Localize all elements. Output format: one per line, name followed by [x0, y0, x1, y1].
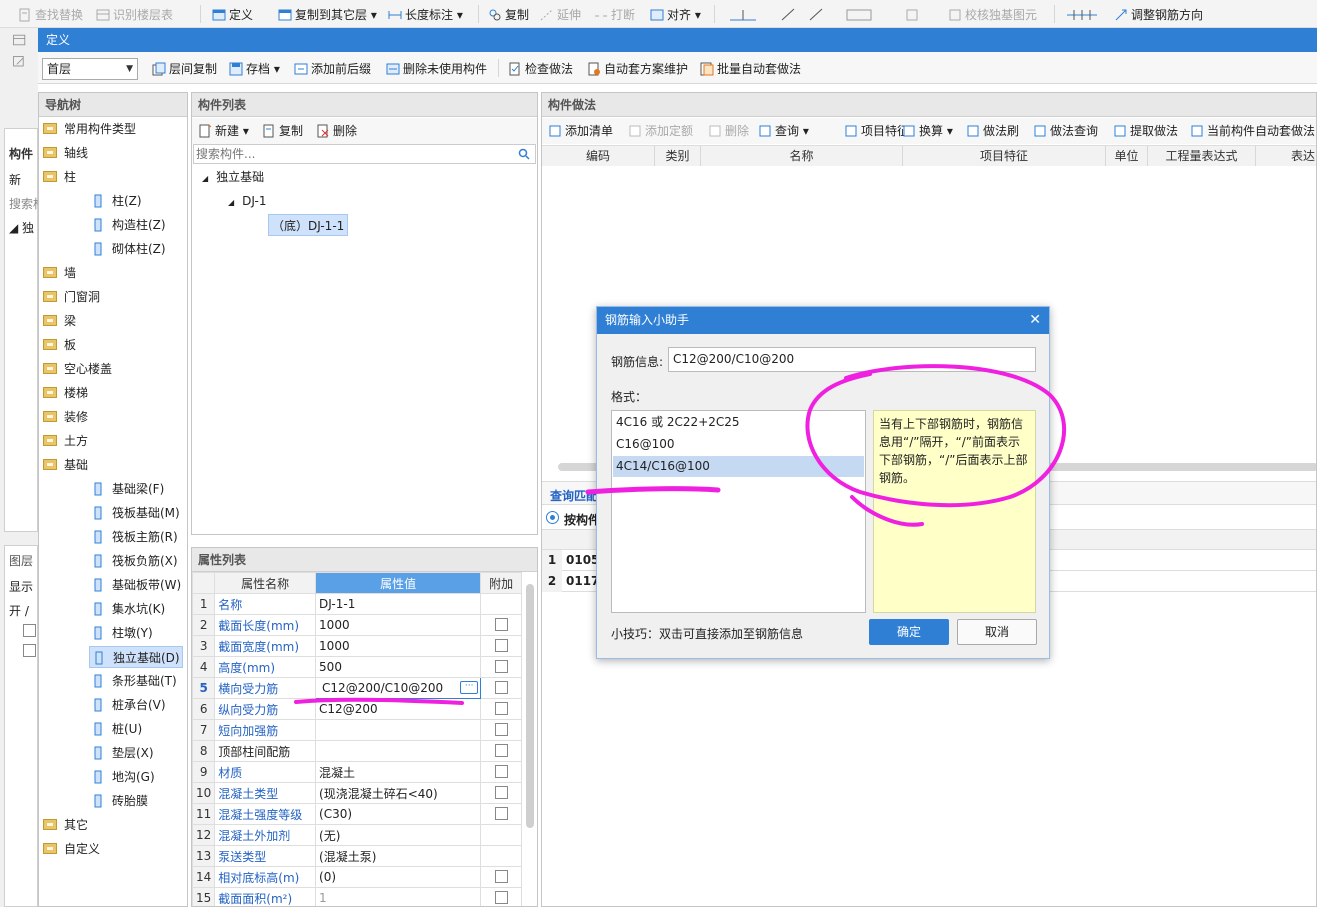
annotation-overlay [294, 364, 1067, 705]
